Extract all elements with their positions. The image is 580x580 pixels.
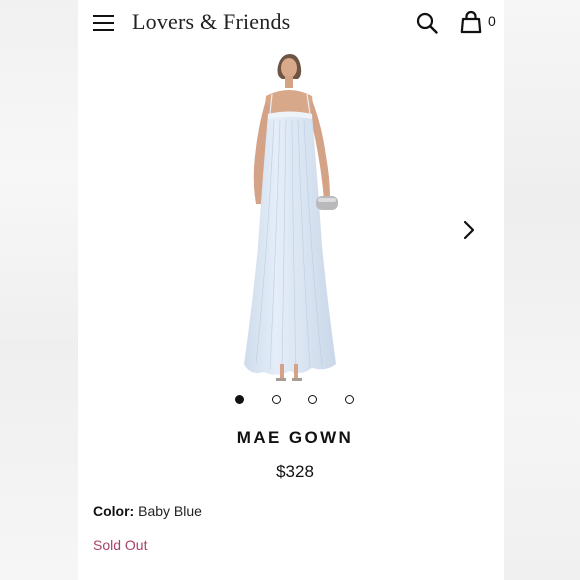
availability-status: Sold Out	[93, 537, 148, 553]
search-icon[interactable]	[416, 12, 438, 34]
product-title: MAE GOWN	[236, 428, 354, 447]
carousel-pagination	[233, 395, 363, 407]
chevron-right-icon[interactable]	[461, 219, 477, 241]
background-blur-left	[0, 0, 78, 580]
color-value: Baby Blue	[138, 503, 202, 519]
brand-logo[interactable]: Lovers & Friends	[132, 9, 290, 35]
color-label: Color:	[93, 503, 135, 519]
background-blur-right	[504, 0, 580, 580]
carousel-dot-1[interactable]	[235, 395, 244, 404]
shopping-bag-icon	[460, 10, 482, 34]
product-price: $328	[276, 462, 314, 481]
cart-count: 0	[488, 13, 496, 29]
product-image[interactable]	[218, 46, 358, 384]
carousel-dot-3[interactable]	[308, 395, 317, 404]
product-screen: Lovers & Friends 0 MAE GOWN $328 Color: …	[78, 0, 504, 580]
site-header: Lovers & Friends 0	[78, 0, 504, 46]
page: Lovers & Friends 0 MAE GOWN $328 Color: …	[0, 0, 580, 580]
cart-button[interactable]: 0	[460, 10, 500, 36]
color-row: Color: Baby Blue	[93, 503, 202, 519]
carousel-dot-2[interactable]	[272, 395, 281, 404]
hamburger-menu-icon[interactable]	[93, 15, 114, 32]
carousel-dot-4[interactable]	[345, 395, 354, 404]
